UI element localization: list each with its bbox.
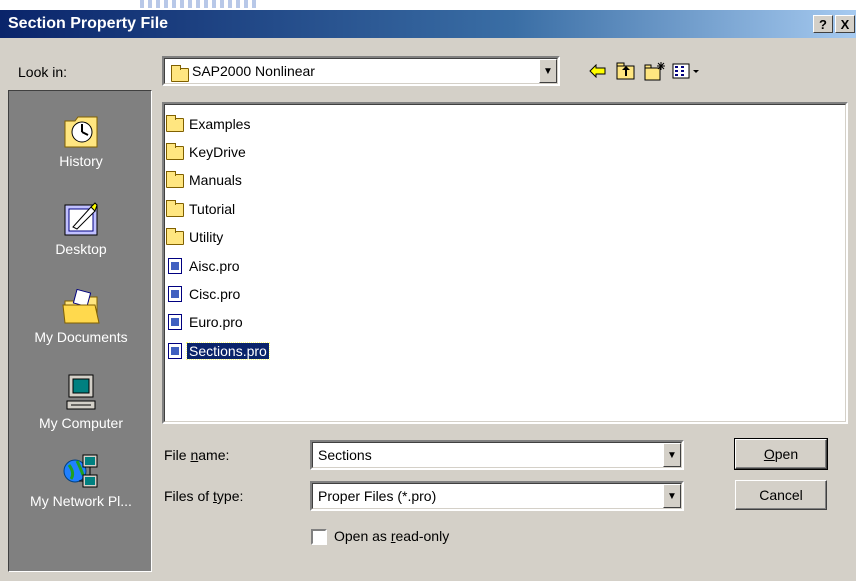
file-name-field[interactable]: Sections ▼ [310,440,684,470]
cancel-button[interactable]: Cancel [735,480,827,510]
open-button[interactable]: Open [734,438,828,470]
back-icon[interactable] [587,60,609,82]
look-in-value: SAP2000 Nonlinear [192,63,315,79]
title-bar[interactable]: Section Property File ? X [0,10,856,38]
file-name-label: File name: [164,447,230,463]
window-title: Section Property File [8,15,169,32]
place-label: My Computer [38,415,124,431]
dropdown-arrow-icon[interactable]: ▼ [663,443,681,467]
file-name: Aisc.pro [189,258,240,274]
read-only-checkbox[interactable] [311,529,327,545]
list-item[interactable]: Tutorial [166,198,237,220]
place-network-places[interactable]: My Network Pl... [9,451,153,509]
dropdown-arrow-icon[interactable]: ▼ [663,484,681,508]
file-name: KeyDrive [189,144,246,160]
file-name: Sections.pro [186,342,270,360]
pro-file-icon [168,343,182,359]
file-type-select[interactable]: Proper Files (*.pro) ▼ [310,481,684,511]
list-item-selected[interactable]: Sections.pro [166,340,270,362]
close-button[interactable]: X [835,15,855,33]
folder-icon [166,228,184,245]
file-name: Euro.pro [189,314,243,330]
place-label: My Documents [34,329,128,345]
help-button[interactable]: ? [813,15,833,33]
read-only-label[interactable]: Open as read-only [334,528,449,544]
place-label: My Network Pl... [30,493,132,509]
list-item[interactable]: Examples [166,113,252,135]
list-item[interactable]: KeyDrive [166,141,248,163]
look-in-label: Look in: [18,64,68,80]
dropdown-arrow-icon[interactable]: ▼ [539,59,557,83]
place-label: History [59,153,103,169]
look-in-combo[interactable]: SAP2000 Nonlinear ▼ [162,56,560,86]
place-desktop[interactable]: Desktop [9,199,153,257]
new-folder-icon[interactable] [644,60,666,82]
desktop-icon [61,199,101,239]
up-folder-icon[interactable] [615,60,637,82]
place-my-documents[interactable]: My Documents [9,287,153,345]
folder-icon [166,171,184,188]
file-name: Tutorial [189,201,236,217]
folder-icon [166,115,184,132]
place-history[interactable]: History [9,111,153,169]
pro-file-icon [168,286,182,302]
file-name: Utility [189,229,224,245]
list-item[interactable]: Manuals [166,169,244,191]
file-name: Manuals [189,172,242,188]
pro-file-icon [168,314,182,330]
place-label: Desktop [55,241,107,257]
pro-file-icon [168,258,182,274]
list-item[interactable]: Euro.pro [166,311,245,333]
open-button-label: Open [763,446,799,462]
my-documents-icon [61,287,101,327]
folder-icon [166,143,184,160]
folder-icon [166,200,184,217]
background-decoration [140,0,260,8]
list-item[interactable]: Utility [166,226,225,248]
folder-icon [171,65,189,82]
file-name-value: Sections [318,447,372,463]
my-computer-icon [61,373,101,413]
list-item[interactable]: Cisc.pro [166,283,242,305]
file-name: Cisc.pro [189,286,241,302]
network-places-icon [61,451,101,491]
file-name: Examples [189,116,251,132]
file-type-value: Proper Files (*.pro) [318,488,437,504]
list-item[interactable]: Aisc.pro [166,255,242,277]
views-menu-icon[interactable] [671,60,703,82]
place-my-computer[interactable]: My Computer [9,373,153,431]
places-bar: History Desktop My Documents My Computer… [8,90,152,572]
history-icon [61,111,101,151]
file-type-label: Files of type: [164,488,244,504]
background-strip [0,0,856,10]
file-list[interactable]: Examples KeyDrive Manuals Tutorial Utili… [162,102,848,424]
file-open-dialog: Section Property File ? X Look in: SAP20… [0,0,856,581]
